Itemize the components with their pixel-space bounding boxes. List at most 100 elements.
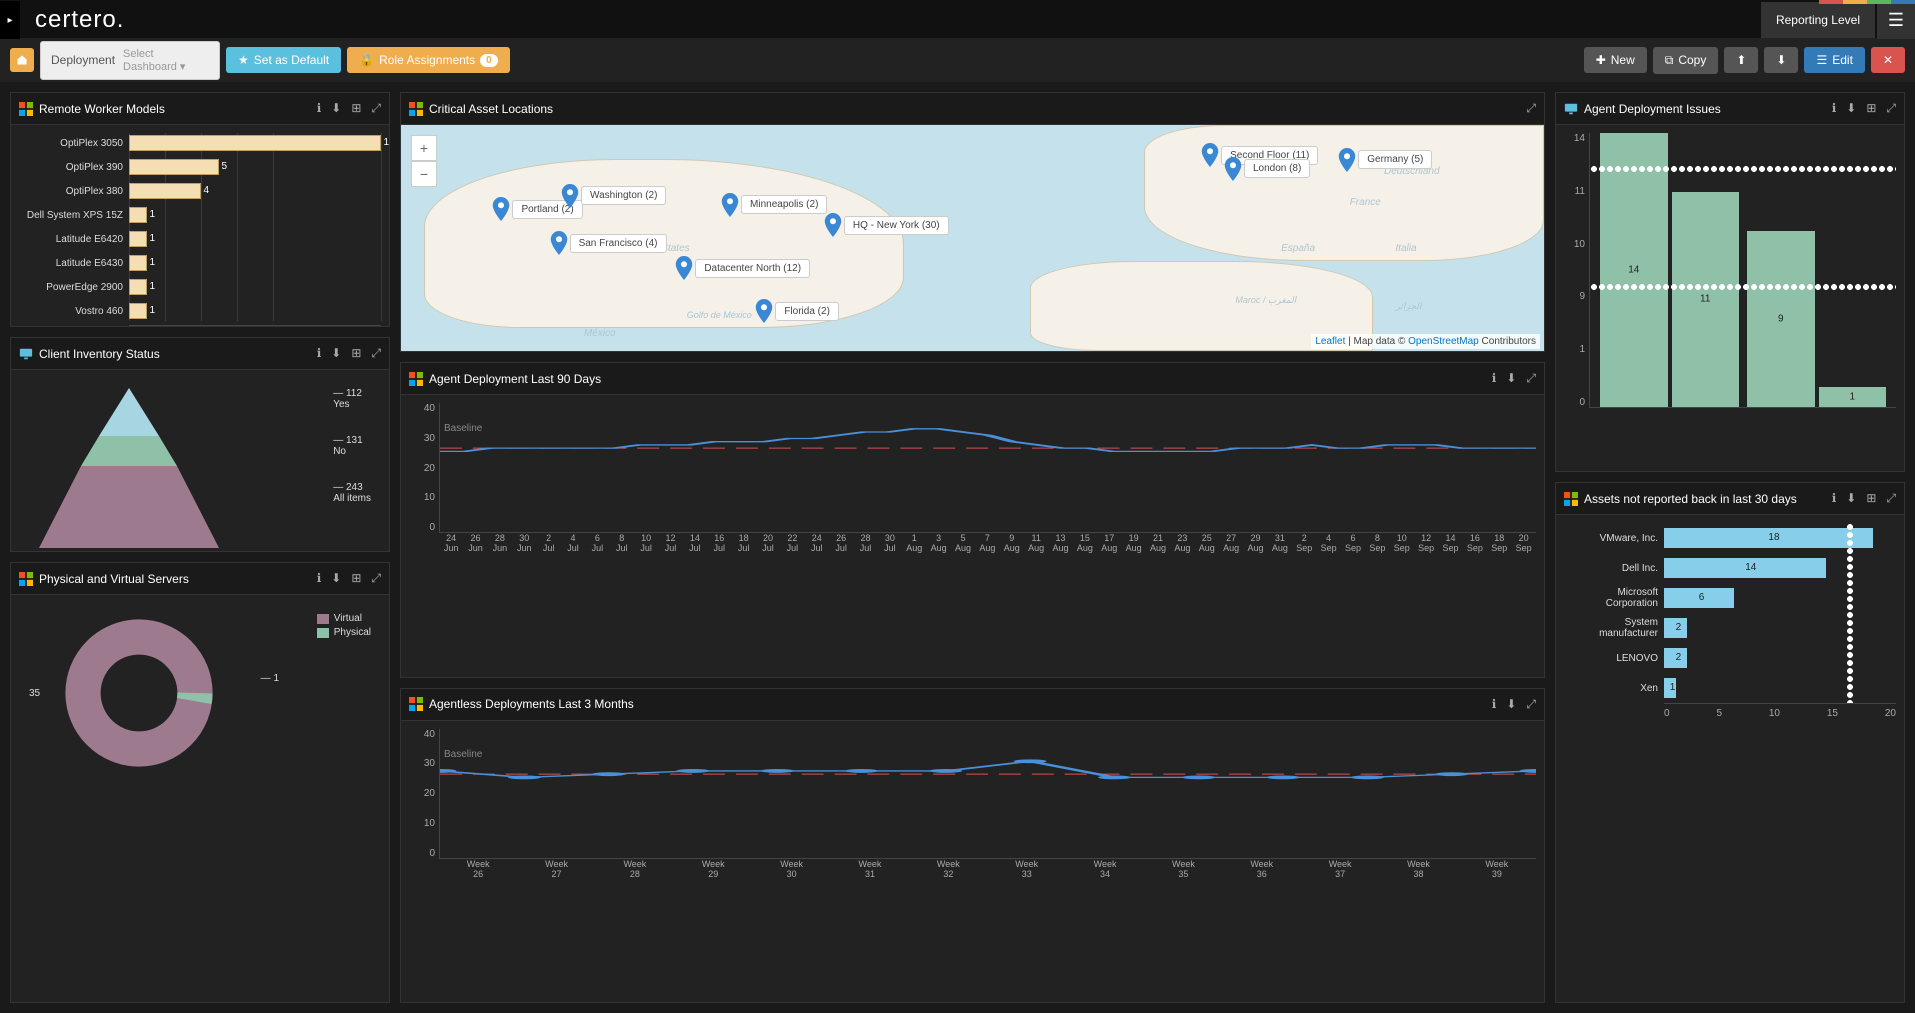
info-icon[interactable]: ℹ	[317, 571, 322, 586]
home-button[interactable]	[10, 48, 34, 72]
panel-header: Agent Deployment Issues ℹ ⬇ ⊞ ⤢	[1556, 93, 1904, 125]
line-chart: 40302010024Jun26Jun28Jun30Jun2Jul4Jul6Ju…	[409, 403, 1536, 553]
pyramid-chart: — 112Yes — 131No — 243All items	[19, 378, 381, 551]
info-icon[interactable]: ℹ	[1832, 491, 1837, 506]
download-icon: ⬇	[1776, 53, 1786, 67]
upload-button[interactable]: ⬆	[1724, 47, 1758, 73]
delete-button[interactable]: ✕	[1871, 47, 1905, 73]
panel-actions: ℹ ⬇ ⤢	[1492, 371, 1536, 386]
info-icon[interactable]: ℹ	[1492, 371, 1497, 386]
remote-workers-chart: OptiPlex 305014OptiPlex 3905OptiPlex 380…	[19, 133, 381, 326]
expand-icon[interactable]: ⤢	[371, 346, 381, 361]
bar-row: OptiPlex 305014	[19, 133, 381, 153]
map-pin[interactable]: Datacenter North (12)	[675, 256, 810, 280]
expand-icon[interactable]: ⤢	[1886, 101, 1896, 116]
panel-actions: ℹ ⬇ ⊞ ⤢	[317, 346, 381, 361]
info-icon[interactable]: ℹ	[1832, 101, 1837, 116]
panel-remote-workers: Remote Worker Models ℹ ⬇ ⊞ ⤢ OptiPlex 30…	[10, 92, 390, 327]
zoom-in-button[interactable]: +	[411, 135, 437, 161]
toolbar-left: Deployment Select Dashboard ▾ ★ Set as D…	[10, 41, 510, 80]
map-pin[interactable]: Washington (2)	[561, 184, 666, 208]
bar-row: PowerEdge 29001	[19, 277, 381, 297]
info-icon[interactable]: ℹ	[317, 101, 322, 116]
donut-value-virtual: 35	[29, 688, 40, 699]
set-default-button[interactable]: ★ Set as Default	[226, 47, 341, 73]
dashboard-selector-placeholder: Select Dashboard ▾	[123, 48, 209, 73]
menu-button[interactable]	[1877, 1, 1915, 39]
info-icon[interactable]: ℹ	[1492, 697, 1497, 712]
map-pin[interactable]: Minneapolis (2)	[721, 193, 827, 217]
bar-group: 1411	[1600, 133, 1739, 407]
bar-group: 91	[1747, 133, 1886, 407]
panel-title: Critical Asset Locations	[409, 102, 553, 116]
bar-row: OptiPlex 3804	[19, 181, 381, 201]
edit-button[interactable]: ☰ Edit	[1804, 47, 1864, 73]
download-button[interactable]: ⬇	[1764, 47, 1798, 73]
star-icon: ★	[238, 53, 249, 67]
monitor-icon	[19, 347, 33, 361]
grid-icon[interactable]: ⊞	[1866, 491, 1876, 506]
panel-deployment-issues: Agent Deployment Issues ℹ ⬇ ⊞ ⤢ 14111091…	[1555, 92, 1905, 472]
map-pin[interactable]: HQ - New York (30)	[824, 213, 949, 237]
dashboard-col-right: Agent Deployment Issues ℹ ⬇ ⊞ ⤢ 14111091…	[1555, 92, 1905, 1003]
pyramid-label: — 112Yes	[333, 388, 371, 410]
expand-icon[interactable]: ⤢	[1526, 371, 1536, 386]
map-pin[interactable]: Germany (5)	[1338, 148, 1432, 172]
map-pin[interactable]: London (8)	[1224, 157, 1310, 181]
upload-icon: ⬆	[1736, 53, 1746, 67]
download-icon[interactable]: ⬇	[1846, 101, 1856, 116]
panel-header: Agent Deployment Last 90 Days ℹ ⬇ ⤢	[401, 363, 1544, 395]
grid-icon[interactable]: ⊞	[351, 571, 361, 586]
sidebar-toggle[interactable]	[0, 1, 20, 39]
dashboard-selector[interactable]: Deployment Select Dashboard ▾	[40, 41, 220, 80]
expand-icon[interactable]: ⤢	[371, 101, 381, 116]
bar-row: Latitude E64201	[19, 229, 381, 249]
panel-body: 403020100Week26Week27Week28Week29Week30W…	[401, 721, 1544, 1003]
map-pin[interactable]: San Francisco (4)	[550, 231, 667, 255]
dashboard-col-middle: Critical Asset Locations ⤢ United States…	[400, 92, 1545, 1003]
panel-body: OptiPlex 305014OptiPlex 3905OptiPlex 380…	[11, 125, 389, 326]
new-button[interactable]: ✚ New	[1584, 47, 1647, 73]
download-icon[interactable]: ⬇	[1506, 371, 1516, 386]
download-icon[interactable]: ⬇	[331, 346, 341, 361]
panel-assets-not-reported: Assets not reported back in last 30 days…	[1555, 482, 1905, 1003]
grid-icon[interactable]: ⊞	[1866, 101, 1876, 116]
plus-icon: ✚	[1596, 53, 1606, 67]
toolbar-right: ✚ New ⧉ Copy ⬆ ⬇ ☰ Edit ✕	[1584, 47, 1905, 74]
download-icon[interactable]: ⬇	[331, 571, 341, 586]
download-icon[interactable]: ⬇	[1506, 697, 1516, 712]
panel-body: 35 — 1 VirtualPhysical	[11, 595, 389, 1002]
line-chart: 403020100Week26Week27Week28Week29Week30W…	[409, 729, 1536, 879]
copy-icon: ⧉	[1665, 53, 1674, 68]
pyramid-label: — 131No	[333, 435, 371, 457]
expand-icon[interactable]: ⤢	[1886, 491, 1896, 506]
info-icon[interactable]: ℹ	[317, 346, 322, 361]
grid-icon[interactable]: ⊞	[351, 101, 361, 116]
panel-body: 40302010024Jun26Jun28Jun30Jun2Jul4Jul6Ju…	[401, 395, 1544, 677]
reporting-level-button[interactable]: Reporting Level	[1761, 2, 1875, 38]
list-icon: ☰	[1816, 53, 1827, 67]
expand-icon[interactable]: ⤢	[1526, 101, 1536, 116]
baseline-label: Baseline	[444, 423, 482, 434]
zoom-out-button[interactable]: −	[411, 161, 437, 187]
bar: 9	[1747, 231, 1815, 407]
copy-button[interactable]: ⧉ Copy	[1653, 47, 1719, 74]
panel-body: 141110910141191Unable to connect - WNetA…	[1556, 125, 1904, 471]
map-pin[interactable]: Florida (2)	[755, 299, 839, 323]
role-assignments-button[interactable]: 🔒 Role Assignments 0	[347, 47, 510, 73]
grid-icon[interactable]: ⊞	[351, 346, 361, 361]
panel-title: Agentless Deployments Last 3 Months	[409, 697, 634, 711]
panel-agent-90: Agent Deployment Last 90 Days ℹ ⬇ ⤢ 4030…	[400, 362, 1545, 678]
pyramid-label: — 243All items	[333, 482, 371, 504]
monitor-icon	[1564, 102, 1578, 116]
panel-header: Remote Worker Models ℹ ⬇ ⊞ ⤢	[11, 93, 389, 125]
expand-icon[interactable]: ⤢	[371, 571, 381, 586]
donut-value-physical: — 1	[261, 673, 279, 684]
download-icon[interactable]: ⬇	[1846, 491, 1856, 506]
download-icon[interactable]: ⬇	[331, 101, 341, 116]
panel-header: Agentless Deployments Last 3 Months ℹ ⬇ …	[401, 689, 1544, 721]
app-header: certero. Reporting Level	[0, 0, 1915, 38]
expand-icon[interactable]: ⤢	[1526, 697, 1536, 712]
map-body[interactable]: United States México Golfo de México Fra…	[401, 125, 1544, 351]
panel-actions: ℹ ⬇ ⊞ ⤢	[1832, 491, 1896, 506]
